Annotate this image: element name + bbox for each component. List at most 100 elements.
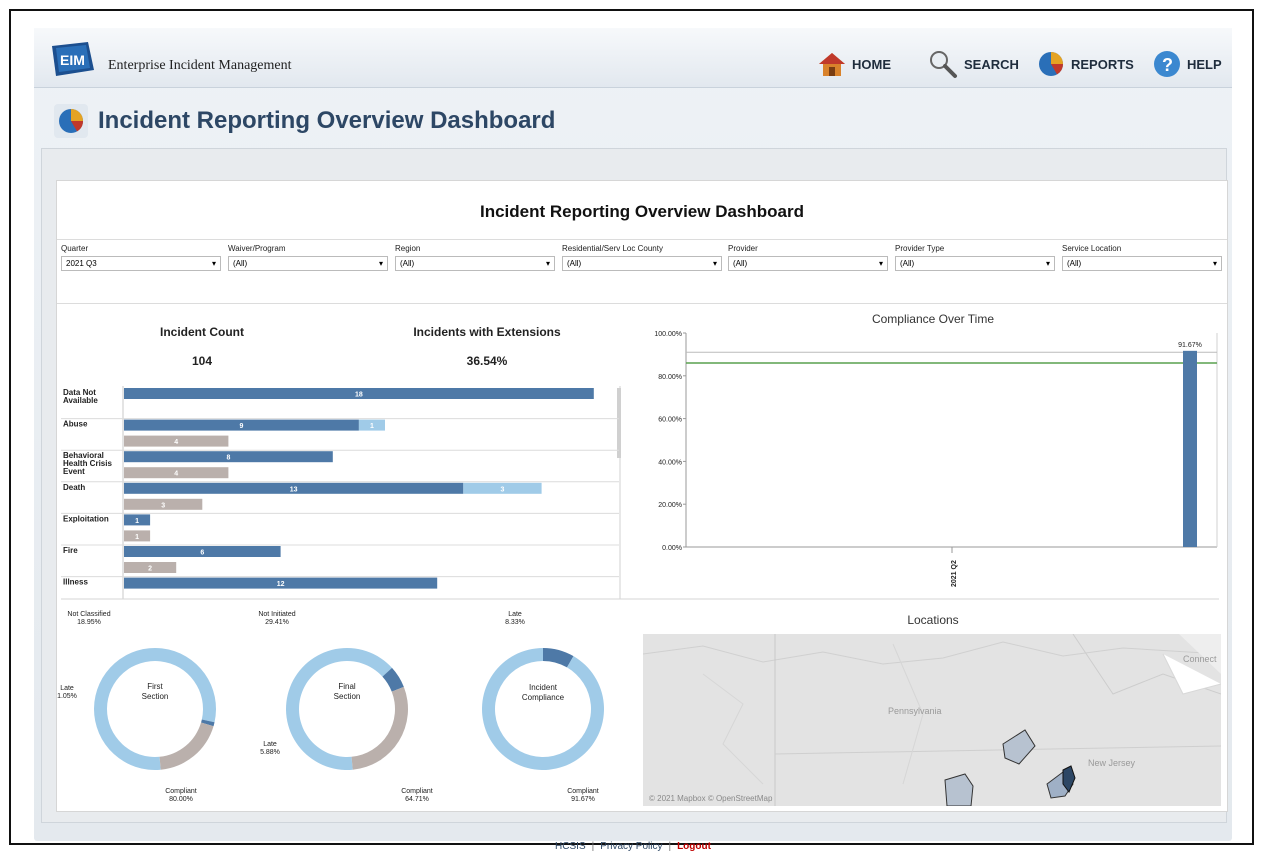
reports-pie-icon (1039, 52, 1063, 76)
logout-link[interactable]: Logout (677, 841, 711, 852)
bar-category-label: Illness (63, 578, 88, 587)
donut-slice-label-line: 91.67% (571, 796, 595, 803)
donut-slice-label-line: Late (60, 685, 74, 692)
nav-home-label: HOME (852, 56, 891, 72)
app-title: Enterprise Incident Management (108, 58, 292, 73)
window-frame: EIM Enterprise Incident Management HOME … (9, 9, 1254, 852)
bar-scrollbar (617, 388, 621, 458)
donut-slice-label: Late 5.88% (250, 741, 290, 757)
top-navigation-bar: EIM Enterprise Incident Management HOME … (34, 28, 1232, 88)
bar-value-label: 13 (290, 486, 298, 493)
donut-slice-label-line: Not Classified (67, 611, 111, 618)
donut-slice-label-line: Compliant (401, 788, 433, 795)
nav-help-label: HELP (1187, 56, 1222, 72)
bar-value-label: 1 (370, 423, 374, 430)
bar-value-label: 1 (135, 518, 139, 525)
map-label: New Jersey (1088, 758, 1136, 768)
map-credit: © 2021 Mapbox © OpenStreetMap (649, 794, 773, 803)
bar-category-label: Fire (63, 546, 78, 555)
map-canvas (643, 634, 1221, 806)
bar-category-label: Death (63, 483, 85, 492)
donut-slice-label: Not Initiated 29.41% (247, 611, 307, 627)
donut-center-label-line: First (147, 682, 163, 691)
donut-slice (481, 648, 604, 770)
bar-value-label: 2 (148, 566, 152, 573)
donut-slice-label-line: 1.05% (57, 693, 77, 700)
map-label: Pennsylvania (888, 706, 942, 716)
nav-reports-label: REPORTS (1071, 56, 1134, 72)
donut-center-label: Incident Compliance (513, 683, 573, 703)
search-icon (930, 51, 957, 78)
donut-center-label-line: Incident (528, 683, 558, 692)
logo-text: EIM (60, 52, 85, 68)
y-tick-label: 20.00% (658, 502, 682, 509)
donut-slice-label-line: Late (263, 741, 277, 748)
reports-pie-icon (54, 104, 88, 138)
footer-link-privacy[interactable]: Privacy Policy (600, 841, 662, 852)
donut-center-label-line: Final (338, 682, 356, 691)
bar-value-label: 3 (161, 502, 165, 509)
locations-map[interactable]: Pennsylvania New Jersey Connect © 2021 M… (643, 634, 1221, 806)
nav-search[interactable]: SEARCH (928, 48, 1019, 80)
svg-text:?: ? (1162, 55, 1173, 75)
bar-value-label: 6 (200, 550, 204, 557)
bar-value-label: 1 (135, 534, 139, 541)
donut-slice-label-line: 80.00% (169, 796, 193, 803)
bar-category-label: Exploitation (63, 514, 109, 523)
donut-slice-label-line: 18.95% (77, 619, 101, 626)
bar-value-label: 18 (355, 392, 363, 399)
y-tick-label: 80.00% (658, 374, 682, 381)
donut-slice-label: Compliant 91.67% (553, 788, 613, 804)
eim-logo-icon: EIM (52, 42, 94, 76)
donut-slice-label-line: Not Initiated (258, 611, 296, 618)
page-title-row: Incident Reporting Overview Dashboard (54, 104, 555, 138)
donut-slice-label-line: 64.71% (405, 796, 429, 803)
donut-slice-label-line: Late (508, 611, 522, 618)
bar-value-label: 91.67% (1178, 342, 1202, 349)
donut-slice-label: Compliant 64.71% (387, 788, 447, 804)
bar-value-label: 4 (174, 439, 178, 446)
bar-category-label: Available (63, 396, 98, 405)
y-tick-label: 60.00% (658, 417, 682, 424)
nav-home[interactable]: HOME (818, 48, 891, 80)
donut-center-label: First Section (125, 682, 185, 702)
eim-logo[interactable]: EIM (48, 40, 96, 78)
donut-slice-label: Not Classified 18.95% (59, 611, 119, 627)
dashboard: Incident Reporting Overview Dashboard Qu… (56, 180, 1228, 812)
donut-center-label-line: Section (141, 692, 169, 701)
map-label: Connect (1183, 654, 1217, 664)
page-title: Incident Reporting Overview Dashboard (98, 107, 556, 134)
donut-slice-label: Compliant 80.00% (151, 788, 211, 804)
home-icon (819, 53, 845, 76)
bar-category-label: Abuse (63, 420, 88, 429)
donut-slice-label-line: Compliant (165, 788, 197, 795)
nav-help[interactable]: ? HELP (1153, 48, 1222, 80)
bar-value-label: 12 (277, 581, 285, 588)
footer-separator: | (668, 841, 672, 852)
footer: HCSIS | Privacy Policy | Logout (34, 841, 1232, 852)
bar-value-label: 9 (239, 423, 243, 430)
app-container: EIM Enterprise Incident Management HOME … (34, 28, 1232, 852)
y-tick-label: 40.00% (658, 459, 682, 466)
donut-slice-label-line: Compliant (567, 788, 599, 795)
compliance-chart-title: Compliance Over Time (871, 312, 995, 326)
donut-slice-label: Late 8.33% (495, 611, 535, 627)
donut-slice-label-line: 5.88% (260, 749, 280, 756)
donut-center-label-line: Compliance (521, 693, 565, 702)
x-tick-label: 2021 Q2 (951, 560, 958, 587)
bar-value-label: 3 (500, 486, 504, 493)
donut-slice (159, 722, 214, 770)
bar-value-label: 4 (174, 471, 178, 478)
donut-slice-label-line: 29.41% (265, 619, 289, 626)
content-panel: Incident Reporting Overview Dashboard Qu… (41, 148, 1228, 823)
compliance-bar (1183, 350, 1197, 547)
y-tick-label: 0.00% (662, 545, 682, 552)
donut-center-label-line: Section (333, 692, 361, 701)
locations-title: Locations (907, 613, 959, 627)
nav-reports[interactable]: REPORTS (1037, 48, 1134, 80)
footer-link-hcsis[interactable]: HCSIS (555, 841, 586, 852)
bar-value-label: 8 (226, 455, 230, 462)
footer-separator: | (591, 841, 595, 852)
donut-slice-label-line: 8.33% (505, 619, 525, 626)
y-tick-label: 100.00% (654, 331, 682, 338)
